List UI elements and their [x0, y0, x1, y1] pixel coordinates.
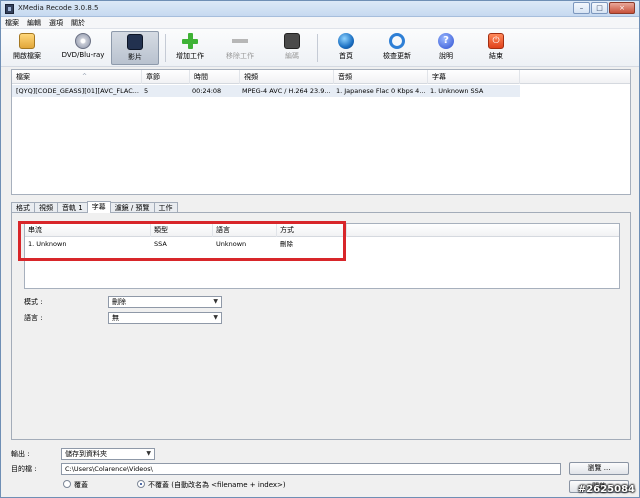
window-controls: – □ ×	[573, 2, 635, 14]
dropdown-arrow-icon: ▼	[213, 314, 218, 321]
open-file-button[interactable]: 開啟檔案	[7, 31, 47, 65]
mode-select[interactable]: 刪除 ▼	[108, 296, 222, 308]
job-subtitle-cell: 1. Unknown SSA	[430, 87, 484, 95]
check-update-label: 檢查更新	[383, 52, 411, 60]
destination-label: 目的檔 :	[11, 465, 37, 473]
column-header-file-label: 檔案	[16, 73, 30, 81]
plus-icon	[182, 33, 198, 49]
app-window: XMedia Recode 3.0.8.5 – □ × 檔案 編輯 選項 關於 …	[0, 0, 640, 498]
app-icon	[5, 4, 14, 14]
job-video-cell: MPEG-4 AVC / H.264 23.9...	[242, 87, 331, 95]
browse-button[interactable]: 瀏覽 ...	[569, 462, 629, 475]
menu-edit[interactable]: 編輯	[23, 17, 45, 28]
overwrite-label: 覆蓋	[74, 481, 88, 489]
home-label: 首頁	[339, 52, 353, 60]
folder-open-icon	[19, 33, 35, 49]
refresh-icon	[389, 33, 405, 49]
dvd-bluray-button[interactable]: DVD/Blu-ray	[59, 31, 107, 65]
dvd-bluray-label: DVD/Blu-ray	[61, 51, 105, 59]
column-header-chapters[interactable]: 章節	[142, 70, 190, 84]
encode-button[interactable]: 編碼	[277, 31, 307, 65]
help-icon: ?	[438, 33, 454, 49]
column-header-audio[interactable]: 音頻	[334, 70, 428, 84]
disc-icon	[75, 33, 91, 49]
job-file-cell: [QYQ][CODE_GEASS][01][AVC_FLAC...	[16, 87, 139, 95]
mode-select-value: 刪除	[112, 298, 126, 306]
exit-label: 結束	[489, 52, 503, 60]
toolbar-separator	[165, 34, 166, 62]
no-overwrite-radio[interactable]	[137, 480, 145, 488]
film-icon	[127, 34, 143, 50]
menu-file[interactable]: 檔案	[1, 17, 23, 28]
toolbar: 開啟檔案 DVD/Blu-ray 影片 增加工作 移除工作 編碼 首頁 檢查更新…	[1, 29, 639, 67]
minus-icon	[232, 33, 248, 49]
watermark-text: #2625084	[577, 484, 635, 495]
subtitle-tab-panel: 串流 類型 語言 方式 1. Unknown SSA Unknown 刪除 模式…	[11, 212, 631, 440]
annotation-highlight-box	[18, 221, 346, 261]
help-button[interactable]: ? 說明	[431, 31, 461, 65]
window-title: XMedia Recode 3.0.8.5	[18, 4, 99, 12]
help-label: 說明	[439, 52, 453, 60]
language-select[interactable]: 無 ▼	[108, 312, 222, 324]
open-file-label: 開啟檔案	[13, 52, 41, 60]
menu-about[interactable]: 關於	[67, 17, 89, 28]
no-overwrite-label: 不覆蓋 (自動改名為 <filename + index>)	[148, 481, 286, 489]
power-icon: ⏻	[488, 33, 504, 49]
exit-button[interactable]: ⏻ 結束	[481, 31, 511, 65]
output-select-value: 儲存到資料夾	[65, 450, 107, 458]
encode-icon	[284, 33, 300, 49]
toolbar-separator	[317, 34, 318, 62]
job-chapters-cell: 5	[144, 87, 149, 95]
tab-subtitle[interactable]: 字幕	[86, 201, 111, 213]
output-select[interactable]: 儲存到資料夾 ▼	[61, 448, 155, 460]
home-button[interactable]: 首頁	[331, 31, 361, 65]
job-list[interactable]: 檔案 ^ 章節 時間 視頻 音頻 字幕 [QYQ][CODE_GEASS][01…	[11, 69, 631, 195]
column-header-time[interactable]: 時間	[190, 70, 240, 84]
column-header-subtitle[interactable]: 字幕	[428, 70, 520, 84]
sort-up-icon: ^	[82, 73, 88, 80]
minimize-button[interactable]: –	[573, 2, 590, 14]
output-label: 輸出 :	[11, 450, 30, 458]
language-select-value: 無	[112, 314, 119, 322]
dropdown-arrow-icon: ▼	[146, 450, 151, 457]
mode-label: 模式 :	[24, 298, 43, 306]
title-bar[interactable]: XMedia Recode 3.0.8.5 – □ ×	[1, 1, 639, 17]
add-job-button[interactable]: 增加工作	[171, 31, 209, 65]
add-job-label: 增加工作	[176, 52, 204, 60]
job-audio-cell: 1. Japanese Flac 0 Kbps 4...	[336, 87, 426, 95]
job-list-header: 檔案 ^ 章節 時間 視頻 音頻 字幕	[12, 70, 630, 84]
destination-path-input[interactable]: C:\Users\Colarence\Videos\	[61, 463, 561, 475]
video-button[interactable]: 影片	[111, 31, 159, 65]
menu-bar: 檔案 編輯 選項 關於	[1, 17, 639, 29]
globe-icon	[338, 33, 354, 49]
encode-label: 編碼	[285, 52, 299, 60]
video-label: 影片	[128, 53, 142, 61]
column-header-file[interactable]: 檔案 ^	[12, 70, 142, 84]
overwrite-radio[interactable]	[63, 480, 71, 488]
remove-job-button[interactable]: 移除工作	[221, 31, 259, 65]
maximize-button[interactable]: □	[591, 2, 608, 14]
check-update-button[interactable]: 檢查更新	[377, 31, 417, 65]
menu-options[interactable]: 選項	[45, 17, 67, 28]
dropdown-arrow-icon: ▼	[213, 298, 218, 305]
job-time-cell: 00:24:08	[192, 87, 222, 95]
table-row[interactable]: [QYQ][CODE_GEASS][01][AVC_FLAC... 5 00:2…	[12, 85, 520, 97]
close-button[interactable]: ×	[609, 2, 635, 14]
remove-job-label: 移除工作	[226, 52, 254, 60]
language-label: 語言 :	[24, 314, 43, 322]
column-header-video[interactable]: 視頻	[240, 70, 334, 84]
